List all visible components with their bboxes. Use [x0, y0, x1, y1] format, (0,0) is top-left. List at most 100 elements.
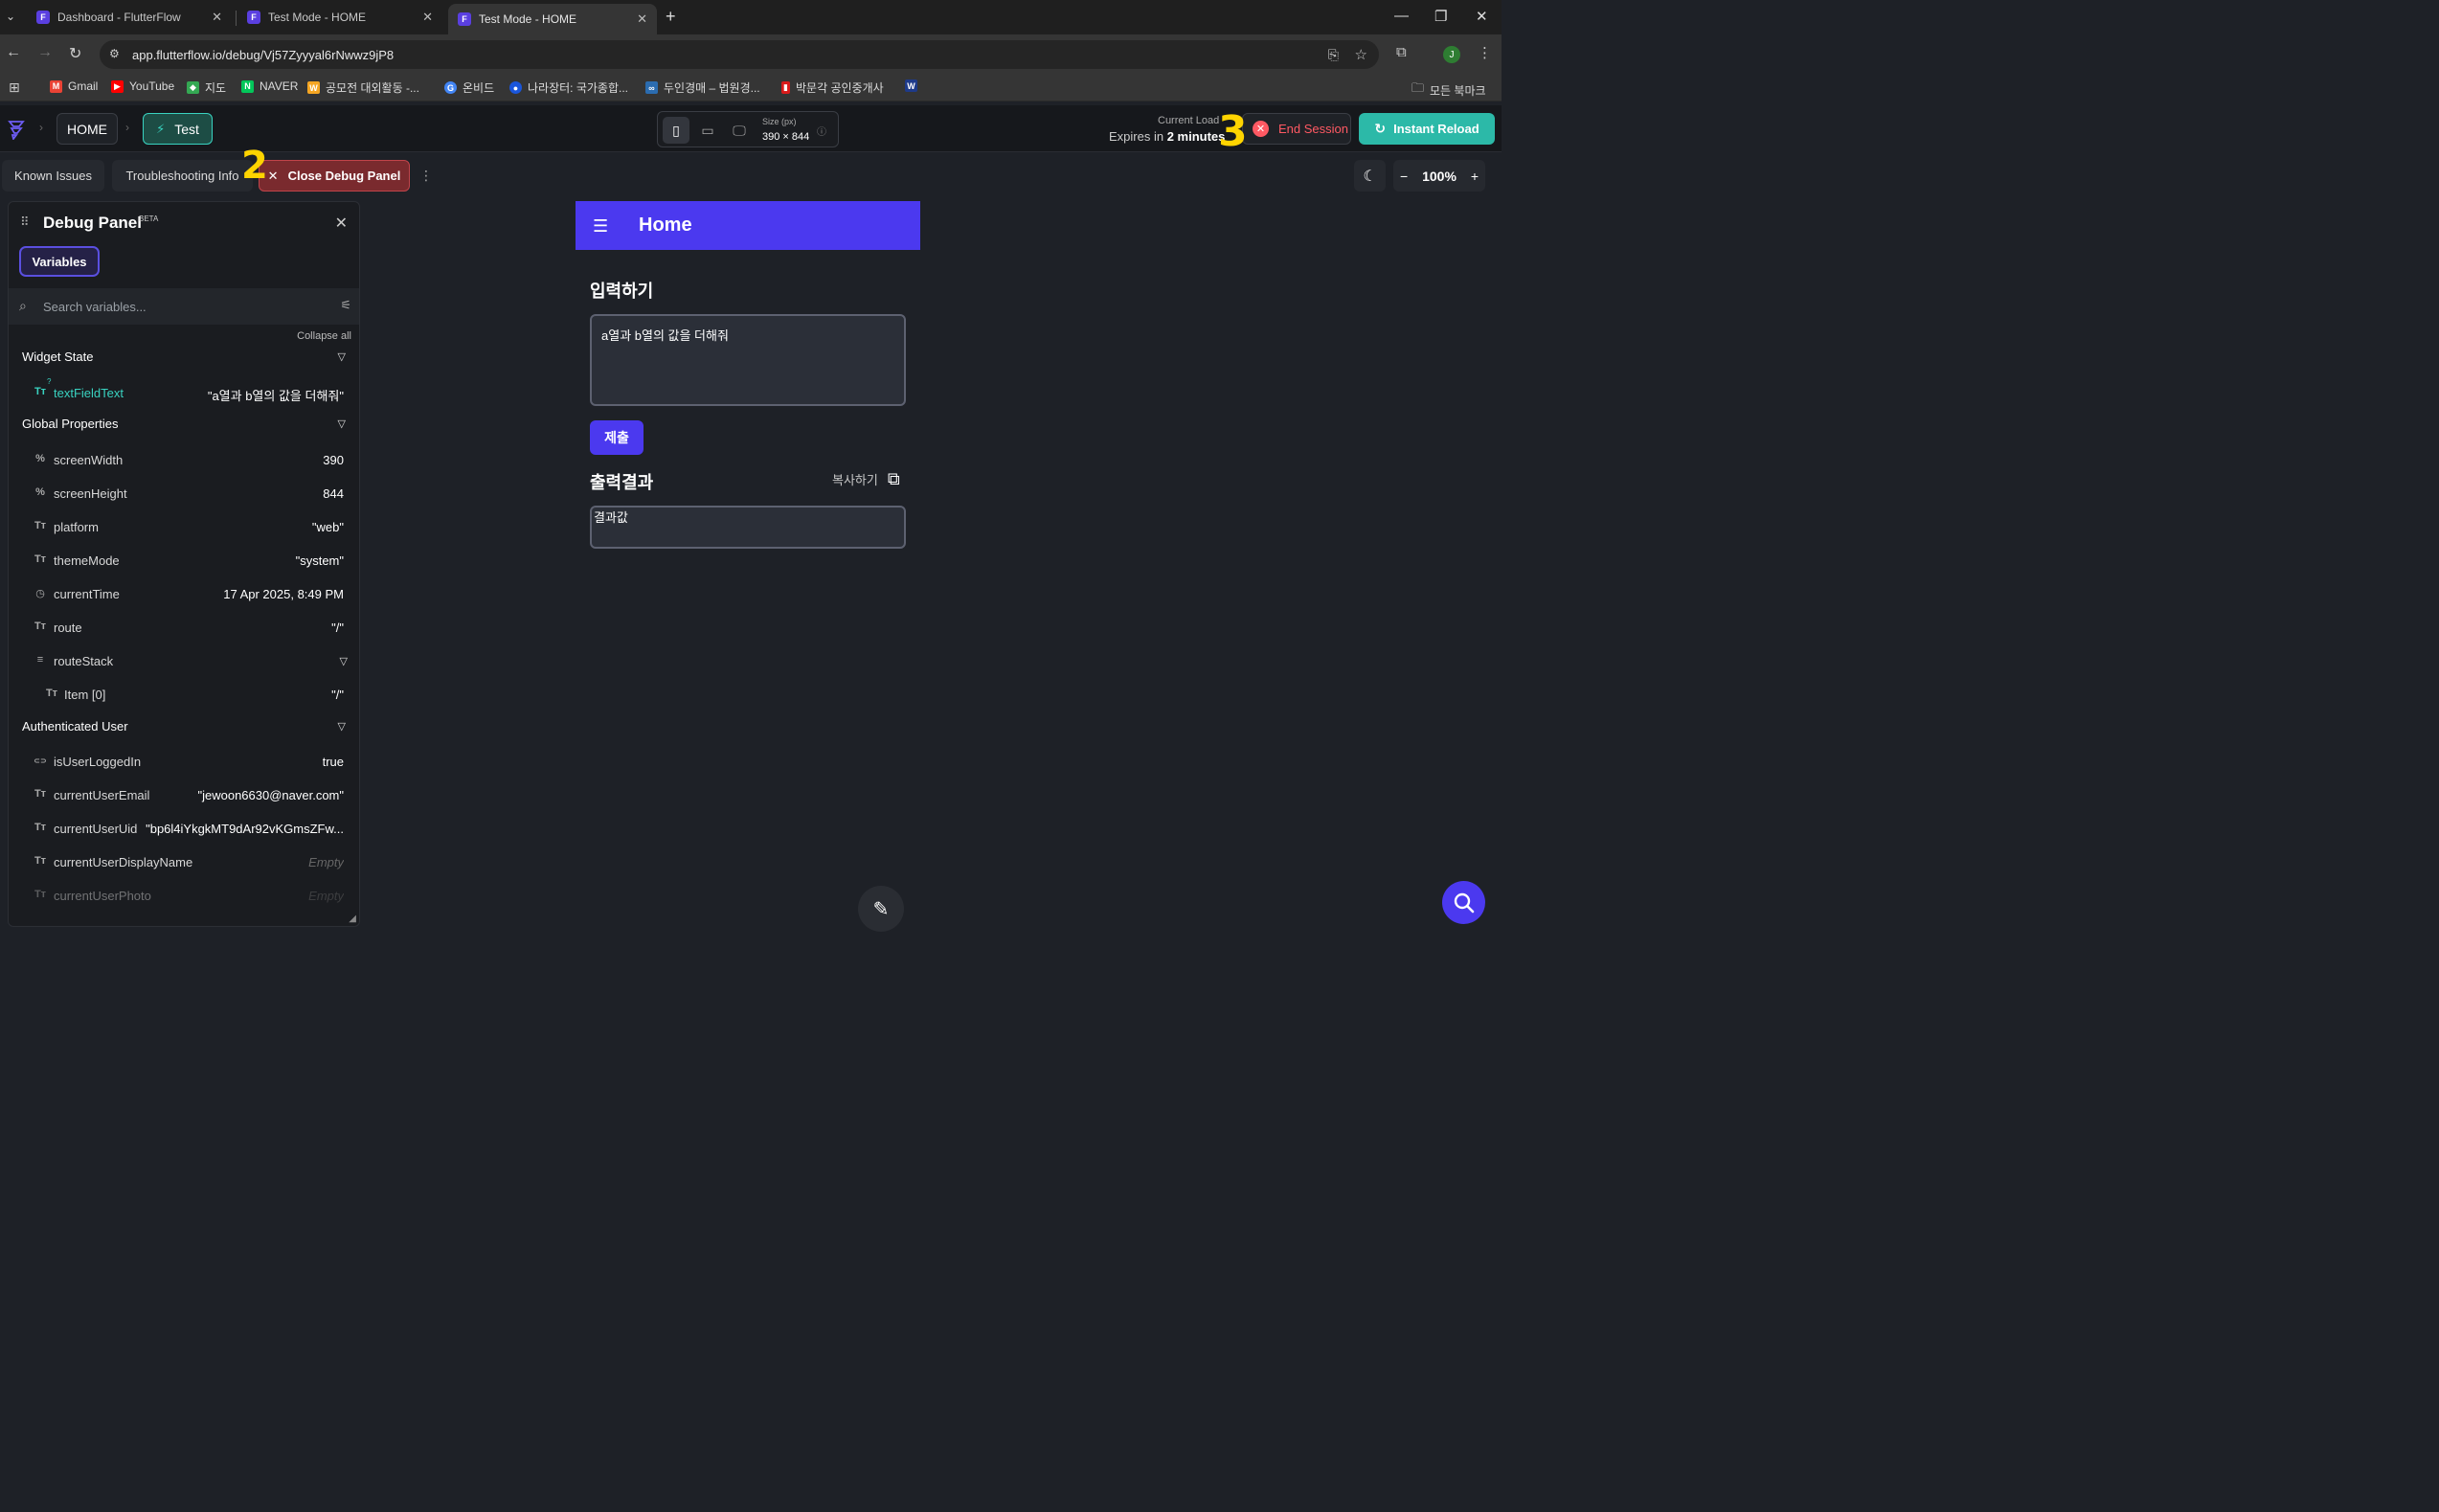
bookmark-youtube[interactable]: ▶ YouTube	[111, 79, 174, 93]
app-bar-title: Home	[639, 214, 692, 236]
known-issues-button[interactable]: Known Issues	[2, 160, 104, 192]
zoom-out-icon[interactable]: −	[1400, 169, 1408, 184]
window-close-icon[interactable]: ✕	[1476, 8, 1488, 25]
instant-reload-button[interactable]: ↻ Instant Reload	[1359, 113, 1495, 145]
help-search-button[interactable]	[1442, 881, 1485, 924]
onbid-icon: G	[444, 81, 457, 94]
bookmark-gmail[interactable]: M Gmail	[50, 79, 98, 93]
debug-panel-header: ⠿ Debug Panel BETA ✕ Variables	[9, 202, 359, 288]
close-icon[interactable]: ✕	[637, 11, 647, 27]
variable-row-currenttime[interactable]: ◷ currentTime 17 Apr 2025, 8:49 PM	[9, 577, 359, 611]
chevron-down-icon[interactable]: ▽	[338, 350, 346, 363]
app-bar: ☰ Home	[576, 201, 920, 250]
tablet-device-icon[interactable]: ▭	[694, 117, 721, 144]
submit-button[interactable]: 제출	[590, 420, 644, 455]
variable-row-currentuseruid[interactable]: Tт currentUserUid "bp6l4iYkgkMT9dAr92vKG…	[9, 812, 359, 846]
collapse-all-link[interactable]: Collapse all	[297, 330, 351, 342]
filter-icon[interactable]: ⚟	[340, 298, 351, 313]
end-session-button[interactable]: ✕ End Session	[1242, 113, 1351, 145]
variable-row-screenwidth[interactable]: % screenWidth 390	[9, 443, 359, 477]
bookmark-naver[interactable]: N NAVER	[241, 79, 298, 93]
reload-icon: ↻	[1374, 121, 1387, 136]
browser-tab-dashboard[interactable]: F Dashboard - FlutterFlow ✕	[27, 4, 232, 31]
search-icon	[1454, 892, 1474, 913]
section-global-properties[interactable]: Global Properties	[22, 417, 118, 431]
close-icon: ✕	[267, 168, 279, 183]
tab-title: Test Mode - HOME	[268, 11, 367, 24]
extensions-icon[interactable]: ⧉	[1396, 44, 1407, 60]
bookmark-auction[interactable]: ∞ 두인경매 – 법원경...	[645, 79, 760, 96]
list-type-icon: ≡	[36, 654, 44, 666]
url-text: app.flutterflow.io/debug/Vj57Zyyyal6rNww…	[132, 47, 395, 62]
variable-row-thememode[interactable]: Tт themeMode "system"	[9, 544, 359, 577]
close-icon[interactable]: ✕	[422, 10, 433, 25]
copy-button[interactable]: 복사하기 ⧉	[832, 469, 900, 489]
number-type-icon: %	[35, 486, 45, 498]
section-widget-state[interactable]: Widget State	[22, 350, 93, 364]
breadcrumb-page-home[interactable]: HOME	[56, 113, 118, 145]
search-variables-input[interactable]: ⌕ Search variables... ⚟	[9, 288, 359, 325]
variable-row-isuserloggedin[interactable]: ⊂⊃ isUserLoggedIn true	[9, 745, 359, 779]
browser-toolbar: ← → ↻ ⚙ app.flutterflow.io/debug/Vj57Zyy…	[0, 34, 1502, 73]
site-info-icon[interactable]: ⚙	[109, 47, 124, 62]
dark-mode-toggle-icon[interactable]: ☾	[1354, 160, 1386, 192]
desktop-device-icon[interactable]: 🖵	[726, 117, 753, 144]
chevron-down-icon[interactable]: ▽	[340, 655, 348, 667]
bookmark-contest[interactable]: W 공모전 대외활동 -...	[307, 79, 419, 96]
bookmark-realtor[interactable]: ▮ 박문각 공인중개사	[781, 79, 884, 96]
new-tab-icon[interactable]: +	[666, 7, 676, 27]
variable-row-item-0[interactable]: Tт Item [0] "/"	[9, 678, 359, 711]
bookmark-map[interactable]: ◆ 지도	[187, 79, 226, 96]
forward-icon[interactable]: →	[37, 44, 53, 61]
prompt-text-field[interactable]: a열과 b열의 값을 더해줘	[590, 314, 906, 406]
breadcrumb-chevron-icon: ›	[125, 121, 129, 134]
restore-icon[interactable]: ❐	[1434, 8, 1447, 25]
current-load-label: Current Load	[1158, 115, 1220, 126]
bookmark-onbid[interactable]: G 온비드	[444, 79, 494, 96]
browser-tab-test-mode[interactable]: F Test Mode - HOME ✕	[237, 4, 442, 31]
chevron-down-icon[interactable]: ▽	[338, 720, 346, 733]
close-icon[interactable]: ✕	[212, 10, 222, 25]
variable-row-currentuseremail[interactable]: Tт currentUserEmail "jewoon6630@naver.co…	[9, 779, 359, 812]
chevron-down-icon[interactable]: ▽	[338, 417, 346, 430]
hamburger-menu-icon[interactable]: ☰	[593, 216, 608, 237]
test-mode-badge[interactable]: ⚡ Test	[143, 113, 213, 145]
flutterflow-logo-icon[interactable]	[6, 119, 27, 140]
info-icon[interactable]: ⓘ	[817, 124, 826, 138]
variable-row-platform[interactable]: Tт platform "web"	[9, 510, 359, 544]
bookmark-star-icon[interactable]: ☆	[1355, 46, 1367, 63]
section-authenticated-user[interactable]: Authenticated User	[22, 719, 128, 733]
more-menu-icon[interactable]: ⋮	[1478, 44, 1492, 61]
variable-row-currentuserphoto[interactable]: Tт currentUserPhoto Empty	[9, 879, 359, 913]
browser-tab-test-mode-active[interactable]: F Test Mode - HOME ✕	[448, 4, 657, 34]
zoom-in-icon[interactable]: +	[1471, 169, 1479, 184]
variable-row-textfieldtext[interactable]: Tт ? textFieldText "a열과 b열의 값을 더해줘"	[9, 376, 359, 410]
apps-grid-icon[interactable]: ⊞	[9, 79, 20, 96]
variable-row-currentuserdisplayname[interactable]: Tт currentUserDisplayName Empty	[9, 846, 359, 879]
back-icon[interactable]: ←	[6, 44, 21, 61]
carrot-icon[interactable]: ✎	[858, 886, 904, 932]
profile-avatar[interactable]: J	[1443, 46, 1460, 63]
variable-row-routestack[interactable]: ≡ routeStack ▽	[9, 644, 359, 678]
minimize-icon[interactable]: —	[1394, 8, 1409, 24]
address-bar[interactable]: ⚙ app.flutterflow.io/debug/Vj57Zyyyal6rN…	[100, 40, 1379, 69]
phone-device-icon[interactable]: ▯	[663, 117, 689, 144]
text-type-icon: Tт	[34, 386, 47, 397]
tab-variables[interactable]: Variables	[19, 246, 100, 277]
troubleshooting-info-button[interactable]: Troubleshooting Info	[112, 160, 253, 192]
resize-handle-icon[interactable]: ◢	[349, 914, 356, 924]
ff-top-bar: › HOME › ⚡ Test ▯ ▭ 🖵 Size (px) 390 × 84…	[0, 105, 1502, 152]
drag-handle-icon[interactable]: ⠿	[20, 214, 30, 230]
close-icon[interactable]: ✕	[335, 214, 348, 233]
more-vertical-icon[interactable]: ⋮	[419, 168, 433, 184]
variable-row-screenheight[interactable]: % screenHeight 844	[9, 477, 359, 510]
reload-icon[interactable]: ↻	[69, 44, 81, 63]
tab-title: Test Mode - HOME	[479, 12, 577, 26]
tab-search-icon[interactable]: ⌄	[6, 10, 15, 23]
bookmark-narajangteo[interactable]: ● 나라장터: 국가종합...	[509, 79, 628, 96]
close-debug-panel-button[interactable]: ✕ Close Debug Panel	[259, 160, 410, 192]
variable-row-route[interactable]: Tт route "/"	[9, 611, 359, 644]
bookmark-w[interactable]: W	[905, 79, 923, 92]
all-bookmarks[interactable]: 🗀 모든 북마크	[1411, 79, 1486, 101]
install-app-icon[interactable]: ⎘	[1328, 47, 1339, 63]
